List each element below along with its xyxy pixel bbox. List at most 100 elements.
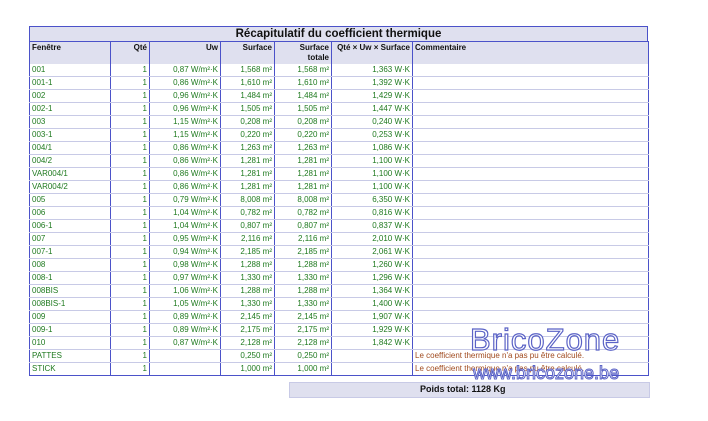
cell-fenetre: VAR004/1 [29,167,111,181]
cell-surface-totale: 1,505 m² [274,102,332,116]
cell-uw: 0,79 W/m²·K [149,193,221,207]
cell-product: 0,816 W·K [331,206,413,220]
cell-product: 1,100 W·K [331,154,413,168]
cell-qte: 1 [110,336,150,350]
cell-surface: 2,116 m² [220,232,275,246]
cell-commentaire [412,271,649,285]
cell-uw [149,349,221,363]
cell-fenetre: 009 [29,310,111,324]
cell-commentaire [412,76,649,90]
cell-fenetre: 008BIS-1 [29,297,111,311]
cell-surface: 0,250 m² [220,349,275,363]
cell-product: 1,907 W·K [331,310,413,324]
cell-qte: 1 [110,167,150,181]
cell-qte: 1 [110,128,150,142]
cell-product: 6,350 W·K [331,193,413,207]
cell-surface: 2,175 m² [220,323,275,337]
cell-qte: 1 [110,180,150,194]
total-weight: Poids total: 1128 Kg [420,384,506,394]
cell-surface: 2,128 m² [220,336,275,350]
cell-product: 0,253 W·K [331,128,413,142]
cell-surface-totale: 1,288 m² [274,258,332,272]
cell-commentaire [412,141,649,155]
table-row: 001 1 0,87 W/m²·K 1,568 m² 1,568 m² 1,363 W·K [29,64,649,77]
cell-surface: 1,330 m² [220,297,275,311]
cell-surface-totale: 1,610 m² [274,76,332,90]
col-header-product: Qté × Uw × Surface [331,41,413,64]
cell-fenetre: 006 [29,206,111,220]
cell-product: 1,296 W·K [331,271,413,285]
cell-qte: 1 [110,258,150,272]
cell-surface-totale: 0,220 m² [274,128,332,142]
table-row: 001-1 1 0,86 W/m²·K 1,610 m² 1,610 m² 1,392 W… [29,76,649,90]
cell-fenetre: 007-1 [29,245,111,259]
cell-uw: 1,15 W/m²·K [149,128,221,142]
cell-fenetre: 001 [29,64,111,77]
cell-fenetre: 005 [29,193,111,207]
cell-fenetre: PATTES [29,349,111,363]
col-header-uw: Uw [149,41,221,64]
cell-product: 1,392 W·K [331,76,413,90]
table-row: VAR004/1 1 0,86 W/m²·K 1,281 m² 1,281 m² 1,10… [29,167,649,181]
cell-qte: 1 [110,232,150,246]
sheet-title: Récapitulatif du coefficient thermique [29,26,648,41]
cell-surface-totale: 1,000 m² [274,362,332,376]
table-row: 007-1 1 0,94 W/m²·K 2,185 m² 2,185 m² 2,061 W… [29,245,649,259]
cell-uw: 1,04 W/m²·K [149,206,221,220]
cell-uw: 0,96 W/m²·K [149,89,221,103]
cell-surface: 2,185 m² [220,245,275,259]
cell-surface-totale: 1,281 m² [274,167,332,181]
cell-fenetre: 002-1 [29,102,111,116]
cell-surface-totale: 2,116 m² [274,232,332,246]
cell-fenetre: 002 [29,89,111,103]
cell-surface: 0,782 m² [220,206,275,220]
cell-commentaire [412,167,649,181]
cell-surface-totale: 1,263 m² [274,141,332,155]
cell-qte: 1 [110,362,150,376]
cell-uw: 0,94 W/m²·K [149,245,221,259]
table-row: 005 1 0,79 W/m²·K 8,008 m² 8,008 m² 6,350 W·K [29,193,649,207]
cell-surface-totale: 0,208 m² [274,115,332,129]
cell-product: 1,400 W·K [331,297,413,311]
cell-commentaire [412,128,649,142]
cell-commentaire [412,64,649,77]
table-row: 008 1 0,98 W/m²·K 1,288 m² 1,288 m² 1,260 W·K [29,258,649,272]
cell-commentaire [412,258,649,272]
cell-surface-totale: 1,568 m² [274,64,332,77]
cell-surface-totale: 2,185 m² [274,245,332,259]
table-row: 007 1 0,95 W/m²·K 2,116 m² 2,116 m² 2,010 W·K [29,232,649,246]
cell-product: 1,363 W·K [331,64,413,77]
cell-surface: 1,281 m² [220,167,275,181]
cell-product: 1,429 W·K [331,89,413,103]
table-row: 003-1 1 1,15 W/m²·K 0,220 m² 0,220 m² 0,253 W… [29,128,649,142]
cell-qte: 1 [110,76,150,90]
cell-qte: 1 [110,297,150,311]
col-header-surface-totale: Surface totale [274,41,332,64]
total-bar: Poids total: 1128 Kg [289,382,650,398]
cell-qte: 1 [110,141,150,155]
cell-qte: 1 [110,271,150,285]
cell-uw: 0,96 W/m²·K [149,102,221,116]
cell-surface: 1,281 m² [220,180,275,194]
cell-uw: 0,98 W/m²·K [149,258,221,272]
cell-qte: 1 [110,193,150,207]
cell-surface: 1,288 m² [220,258,275,272]
cell-qte: 1 [110,102,150,116]
cell-fenetre: 004/1 [29,141,111,155]
cell-commentaire [412,89,649,103]
cell-surface: 0,220 m² [220,128,275,142]
cell-uw: 0,87 W/m²·K [149,336,221,350]
cell-surface: 1,484 m² [220,89,275,103]
cell-product [331,349,413,363]
cell-surface-totale: 2,175 m² [274,323,332,337]
cell-surface: 1,568 m² [220,64,275,77]
cell-surface: 2,145 m² [220,310,275,324]
cell-product: 1,260 W·K [331,258,413,272]
cell-qte: 1 [110,206,150,220]
cell-qte: 1 [110,284,150,298]
col-header-commentaire: Commentaire [412,41,649,64]
watermark-url: www.bricozone.be [472,363,620,384]
cell-uw: 0,95 W/m²·K [149,232,221,246]
cell-commentaire [412,206,649,220]
cell-product: 1,842 W·K [331,336,413,350]
